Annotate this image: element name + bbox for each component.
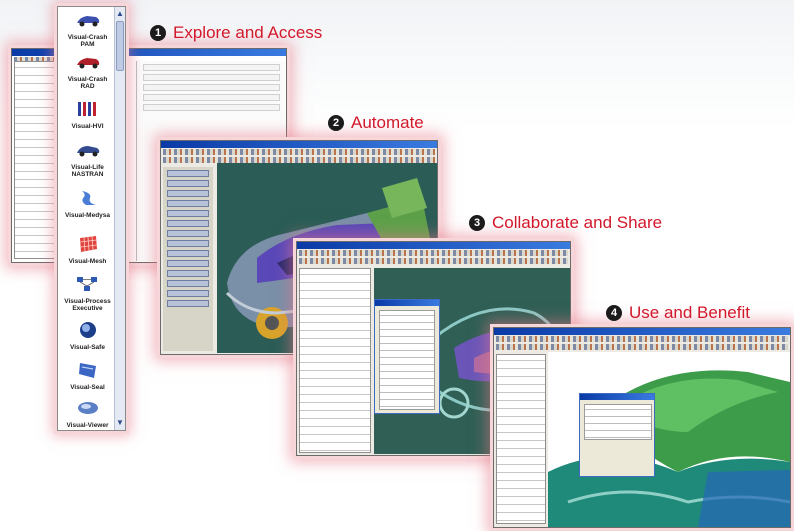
window-titlebar[interactable] xyxy=(494,328,790,335)
palette-scrollbar[interactable]: ▲ ▼ xyxy=(114,7,125,430)
process-panel xyxy=(163,167,213,351)
window-titlebar[interactable] xyxy=(297,242,570,249)
menu-bar[interactable] xyxy=(496,336,788,342)
scroll-up-arrow[interactable]: ▲ xyxy=(116,9,124,18)
model-tree[interactable] xyxy=(496,354,546,524)
dialog-titlebar[interactable] xyxy=(580,394,654,400)
palette-item-seal[interactable]: Visual-Seal xyxy=(60,361,115,391)
process-step-button[interactable] xyxy=(167,230,209,237)
process-step-button[interactable] xyxy=(167,300,209,307)
menu-bar[interactable] xyxy=(163,149,435,155)
window-titlebar[interactable] xyxy=(12,49,286,56)
step-number-badge: 3 xyxy=(469,215,485,231)
process-step-button[interactable] xyxy=(167,220,209,227)
process-step-button[interactable] xyxy=(167,290,209,297)
palette-item-crash-rad[interactable]: Visual-Crash RAD xyxy=(60,53,115,90)
palette-item-viewer[interactable]: Visual-Viewer xyxy=(60,399,115,429)
form-row[interactable] xyxy=(143,64,280,71)
palette-item-crash-pam[interactable]: Visual-Crash PAM xyxy=(60,11,115,48)
palette-item-life-nastran[interactable]: Visual-Life NASTRAN xyxy=(60,141,115,178)
window-titlebar[interactable] xyxy=(161,141,437,148)
scroll-down-arrow[interactable]: ▼ xyxy=(116,418,124,427)
palette-item-process-executive[interactable]: Visual-Process Executive xyxy=(60,275,115,312)
toolbar[interactable] xyxy=(496,344,788,350)
hvi-bars-icon xyxy=(77,102,96,116)
crash-car-icon xyxy=(76,16,99,27)
dialog-fields[interactable] xyxy=(584,404,652,440)
step-3-caption: 3 Collaborate and Share xyxy=(469,213,662,233)
form-row[interactable] xyxy=(143,94,280,101)
crash-car-red-icon xyxy=(76,58,99,69)
process-step-button[interactable] xyxy=(167,190,209,197)
seal-icon xyxy=(78,363,96,378)
form-row[interactable] xyxy=(143,104,280,111)
share-dialog[interactable] xyxy=(374,299,440,414)
process-step-button[interactable] xyxy=(167,270,209,277)
form-row[interactable] xyxy=(143,84,280,91)
scroll-thumb[interactable] xyxy=(116,21,124,71)
process-step-button[interactable] xyxy=(167,250,209,257)
viewer-icon xyxy=(77,402,98,414)
palette-item-mesh[interactable]: Visual-Mesh xyxy=(60,235,115,265)
process-step-button[interactable] xyxy=(167,200,209,207)
toolbar[interactable] xyxy=(299,258,568,264)
life-car-icon xyxy=(76,146,99,157)
step-label: Use and Benefit xyxy=(629,303,750,322)
step-2-caption: 2 Automate xyxy=(328,113,424,133)
process-step-button[interactable] xyxy=(167,260,209,267)
step-number-badge: 2 xyxy=(328,115,344,131)
model-tree[interactable] xyxy=(299,268,371,453)
process-step-button[interactable] xyxy=(167,280,209,287)
palette-item-hvi[interactable]: Visual-HVI xyxy=(60,100,115,130)
product-palette: ▲ ▼ Visual-Crash PAM Visual-Crash RAD Vi… xyxy=(57,6,126,431)
step-number-badge: 4 xyxy=(606,305,622,321)
step-label: Explore and Access xyxy=(173,23,323,42)
process-executive-icon xyxy=(76,277,97,291)
process-step-button[interactable] xyxy=(167,210,209,217)
step-number-badge: 1 xyxy=(150,25,166,41)
process-step-button[interactable] xyxy=(167,180,209,187)
form-row[interactable] xyxy=(143,74,280,81)
dialog-titlebar[interactable] xyxy=(375,300,439,306)
step-label: Automate xyxy=(351,113,424,132)
step-1-caption: 1 Explore and Access xyxy=(150,23,322,43)
palette-item-medysa[interactable]: Visual-Medysa xyxy=(60,189,115,219)
mesh-grid-icon xyxy=(79,236,97,252)
safe-sphere-icon xyxy=(79,322,96,338)
palette-item-safe[interactable]: Visual-Safe xyxy=(60,321,115,351)
menu-bar[interactable] xyxy=(299,250,568,256)
medysa-icon xyxy=(81,191,96,205)
dialog-list[interactable] xyxy=(379,310,435,410)
process-step-button[interactable] xyxy=(167,240,209,247)
step-label: Collaborate and Share xyxy=(492,213,663,232)
property-dialog[interactable] xyxy=(579,393,655,477)
step-4-caption: 4 Use and Benefit xyxy=(606,303,750,323)
process-step-button[interactable] xyxy=(167,170,209,177)
